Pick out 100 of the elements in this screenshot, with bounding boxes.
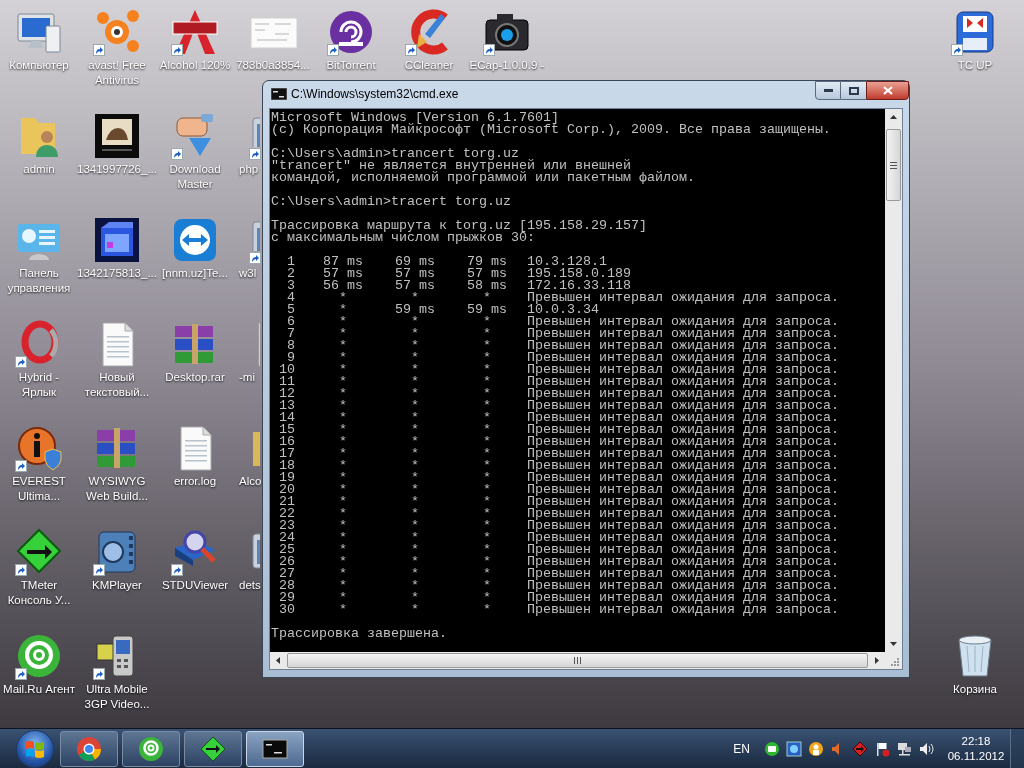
round-trip-time: * bbox=[410, 508, 420, 520]
browser-icon bbox=[75, 734, 103, 763]
round-trip-time: * bbox=[338, 544, 348, 556]
round-trip-time: * bbox=[410, 592, 420, 604]
taskbar-button[interactable] bbox=[122, 730, 180, 767]
round-trip-time: * bbox=[482, 460, 492, 472]
round-trip-time: 87 ms bbox=[322, 256, 364, 268]
show-desktop-button[interactable] bbox=[1010, 728, 1024, 768]
round-trip-time: * bbox=[410, 448, 420, 460]
round-trip-time: * bbox=[482, 472, 492, 484]
icon-label: admin bbox=[23, 162, 55, 177]
hop-result: Превышен интервал ожидания для запроса. bbox=[527, 388, 839, 400]
round-trip-time: * bbox=[338, 448, 348, 460]
hop-number: 29 bbox=[278, 592, 295, 604]
hop-number: 7 bbox=[286, 328, 295, 340]
clock-time[interactable]: 22:18 bbox=[961, 733, 991, 749]
round-trip-time: * bbox=[482, 544, 492, 556]
hop-result: Превышен интервал ожидания для запроса. bbox=[527, 400, 839, 412]
console-line: Трассировка завершена. bbox=[271, 628, 448, 640]
triangle-icon[interactable] bbox=[171, 8, 219, 56]
close-button[interactable] bbox=[866, 81, 909, 100]
round-trip-time: * bbox=[482, 316, 492, 328]
hop-number: 8 bbox=[286, 340, 295, 352]
icon-label: WYSIWYG Web Build... bbox=[86, 474, 148, 504]
swirl-icon[interactable] bbox=[327, 8, 375, 56]
hop-result: Превышен интервал ожидания для запроса. bbox=[527, 448, 839, 460]
round-trip-time: * bbox=[338, 508, 348, 520]
maximize-icon bbox=[848, 86, 859, 95]
round-trip-time: * bbox=[410, 484, 420, 496]
hop-number: 11 bbox=[278, 376, 295, 388]
round-trip-time: 58 ms bbox=[466, 280, 508, 292]
round-trip-time: * bbox=[410, 364, 420, 376]
round-trip-time: * bbox=[338, 568, 348, 580]
round-trip-time: * bbox=[410, 424, 420, 436]
round-trip-time: * bbox=[338, 496, 348, 508]
minimize-button[interactable] bbox=[815, 81, 841, 100]
windows-flag-icon bbox=[25, 739, 45, 758]
round-trip-time: * bbox=[410, 532, 420, 544]
flag-icon[interactable] bbox=[874, 740, 890, 757]
round-trip-time: 57 ms bbox=[394, 280, 436, 292]
vertical-scrollbar[interactable] bbox=[885, 109, 902, 652]
hop-number: 4 bbox=[286, 292, 295, 304]
round-trip-time: * bbox=[410, 328, 420, 340]
hop-result: Превышен интервал ожидания для запроса. bbox=[527, 472, 839, 484]
round-trip-time: * bbox=[338, 292, 348, 304]
round-trip-time: * bbox=[338, 388, 348, 400]
hop-number: 28 bbox=[278, 580, 295, 592]
hop-number: 13 bbox=[278, 400, 295, 412]
icon-label: CCleaner bbox=[404, 58, 454, 73]
round-trip-time: * bbox=[482, 364, 492, 376]
round-trip-time: 57 ms bbox=[322, 268, 364, 280]
round-trip-time: * bbox=[482, 496, 492, 508]
console-line: "trancert" не является внутренней или внешней bbox=[271, 160, 632, 172]
info-icon[interactable] bbox=[15, 424, 63, 472]
console-line: C:\Users\admin>tracert torg.uz bbox=[271, 196, 512, 208]
hop-result: Превышен интервал ожидания для запроса. bbox=[527, 580, 839, 592]
hop-number: 22 bbox=[278, 508, 295, 520]
hop-number: 17 bbox=[278, 448, 295, 460]
network-icon[interactable] bbox=[896, 740, 912, 757]
hop-result: Превышен интервал ожидания для запроса. bbox=[527, 604, 839, 616]
maximize-button[interactable] bbox=[841, 81, 866, 100]
round-trip-time: * bbox=[482, 424, 492, 436]
round-trip-time: * bbox=[482, 400, 492, 412]
round-trip-time: * bbox=[410, 340, 420, 352]
round-trip-time: * bbox=[482, 436, 492, 448]
icon-label: Mail.Ru Агент bbox=[3, 682, 75, 697]
clock-date[interactable]: 06.11.2012 bbox=[947, 748, 1005, 764]
round-trip-time: * bbox=[410, 460, 420, 472]
icon-label: ECap-1.0.0.9 - bbox=[469, 58, 545, 73]
icon-label: Hybrid - Ярлык bbox=[18, 370, 60, 400]
icon-label: w3l bbox=[238, 266, 258, 281]
hop-number: 6 bbox=[286, 316, 295, 328]
hop-number: 18 bbox=[278, 460, 295, 472]
diamond-icon[interactable] bbox=[15, 528, 63, 576]
language-indicator[interactable]: EN bbox=[733, 739, 750, 758]
window-title: C:\Windows\system32\cmd.exe bbox=[291, 86, 459, 103]
diamond-icon bbox=[199, 734, 227, 763]
console-icon bbox=[271, 88, 287, 100]
round-trip-time: * bbox=[410, 400, 420, 412]
hop-result: 195.158.0.189 bbox=[527, 268, 631, 280]
hop-result: Превышен интервал ожидания для запроса. bbox=[527, 568, 839, 580]
icon-label: STDUViewer bbox=[161, 578, 229, 593]
hop-result: Превышен интервал ожидания для запроса. bbox=[527, 412, 839, 424]
round-trip-time: * bbox=[410, 580, 420, 592]
icon-label: TMeter Консоль У... bbox=[7, 578, 71, 608]
hop-number: 12 bbox=[278, 388, 295, 400]
hop-result: Превышен интервал ожидания для запроса. bbox=[527, 556, 839, 568]
round-trip-time: * bbox=[482, 352, 492, 364]
round-trip-time: * bbox=[410, 316, 420, 328]
console-line: C:\Users\admin>trancert torg.uz bbox=[271, 148, 519, 160]
start-button[interactable] bbox=[16, 729, 54, 768]
round-trip-time: * bbox=[338, 532, 348, 544]
scroll-thumb[interactable] bbox=[886, 129, 901, 201]
round-trip-time: * bbox=[338, 400, 348, 412]
scroll-thumb[interactable] bbox=[287, 653, 868, 668]
round-trip-time: * bbox=[482, 520, 492, 532]
icon-label: 1341997726_... bbox=[77, 162, 157, 177]
hop-result: Превышен интервал ожидания для запроса. bbox=[527, 484, 839, 496]
round-trip-time: * bbox=[410, 556, 420, 568]
icon-label: [nnm.uz]Te... bbox=[162, 266, 228, 281]
